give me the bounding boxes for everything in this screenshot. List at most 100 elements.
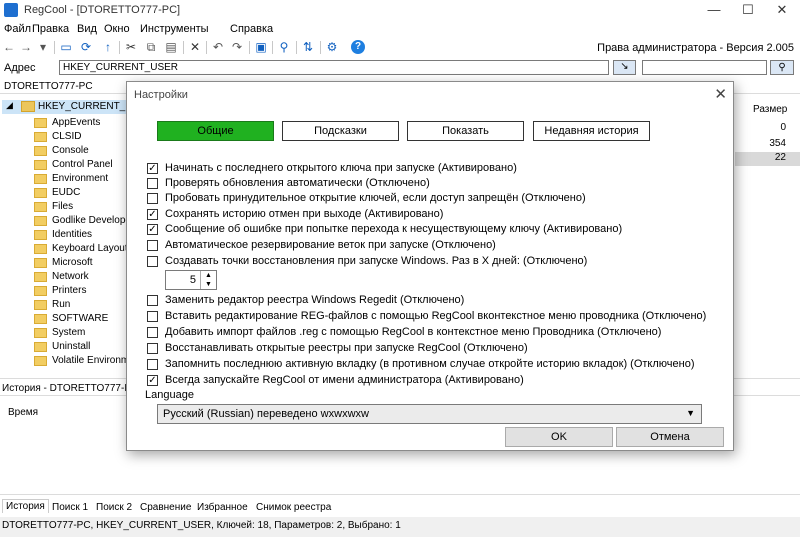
- checkbox[interactable]: [147, 193, 158, 204]
- search-icon[interactable]: ⚲: [277, 40, 291, 54]
- dropdown-icon[interactable]: ▾: [36, 40, 50, 54]
- copy-icon[interactable]: ⧉: [144, 40, 158, 54]
- days-stepper[interactable]: 5 ▲ ▼: [165, 270, 217, 290]
- go-button[interactable]: ↘: [613, 60, 636, 75]
- tree-item[interactable]: EUDC: [34, 186, 128, 200]
- computer-icon[interactable]: ▭: [59, 40, 73, 54]
- checkbox[interactable]: [147, 311, 158, 322]
- checkbox[interactable]: [147, 295, 158, 306]
- tree-item[interactable]: SOFTWARE: [34, 312, 128, 326]
- forward-icon[interactable]: →: [19, 40, 33, 54]
- menu-view[interactable]: Вид: [77, 23, 97, 35]
- tree-item[interactable]: Control Panel: [34, 158, 128, 172]
- delete-icon[interactable]: ✕: [188, 40, 202, 54]
- tab-recent-history[interactable]: Недавняя история: [533, 121, 650, 141]
- tab-registry-snapshot[interactable]: Снимок реестра: [256, 502, 331, 513]
- maximize-button[interactable]: ☐: [731, 0, 765, 20]
- list-item[interactable]: 22: [735, 152, 800, 166]
- days-value[interactable]: 5: [190, 274, 196, 286]
- tree-item[interactable]: Identities: [34, 228, 128, 242]
- size-column-header[interactable]: Размер: [735, 104, 800, 118]
- gear-icon[interactable]: ⚙: [325, 40, 339, 54]
- option-row[interactable]: Создавать точки восстановления при запус…: [147, 255, 727, 269]
- tab-history[interactable]: История: [2, 499, 49, 513]
- language-select[interactable]: Русский (Russian) переведено wxwxwxw ▼: [157, 404, 702, 424]
- tab-tooltips[interactable]: Подсказки: [282, 121, 399, 141]
- ok-button[interactable]: OK: [505, 427, 613, 447]
- menu-edit[interactable]: Правка: [32, 23, 69, 35]
- close-button[interactable]: ✕: [765, 0, 799, 20]
- option-row[interactable]: ✓ Всегда запускайте RegCool от имени адми…: [147, 374, 727, 388]
- option-row[interactable]: ✓ Начинать с последнего открытого ключа п…: [147, 162, 727, 176]
- tab-favorites[interactable]: Избранное: [197, 502, 248, 513]
- machine-tab[interactable]: DTORETTO777-PC: [4, 81, 93, 92]
- paste-icon[interactable]: ▤: [164, 40, 178, 54]
- time-column-header[interactable]: Время: [8, 407, 38, 418]
- minimize-button[interactable]: —: [697, 0, 731, 20]
- option-row[interactable]: Вставить редактирование REG-файлов с пом…: [147, 310, 727, 324]
- search-input[interactable]: [642, 60, 767, 75]
- tab-general[interactable]: Общие: [157, 121, 274, 141]
- dialog-close-icon[interactable]: ✕: [714, 85, 727, 103]
- tree-item[interactable]: Files: [34, 200, 128, 214]
- redo-icon[interactable]: ↷: [230, 40, 244, 54]
- option-row[interactable]: Восстанавливать открытые реестры при зап…: [147, 342, 727, 356]
- tree-item[interactable]: Network: [34, 270, 128, 284]
- checkbox[interactable]: [147, 178, 158, 189]
- stepper-down-icon[interactable]: ▼: [201, 280, 216, 289]
- tree-item[interactable]: Run: [34, 298, 128, 312]
- undo-icon[interactable]: ↶: [211, 40, 225, 54]
- tree-item[interactable]: Keyboard Layout: [34, 242, 128, 256]
- tab-display[interactable]: Показать: [407, 121, 524, 141]
- swap-icon[interactable]: ⇅: [301, 40, 315, 54]
- option-row[interactable]: ✓ Сообщение об ошибке при попытке переход…: [147, 223, 727, 237]
- tab-compare[interactable]: Сравнение: [140, 502, 191, 513]
- collapse-icon[interactable]: ◢: [6, 100, 13, 111]
- option-row[interactable]: Автоматическое резервирование веток при …: [147, 239, 727, 253]
- checkbox[interactable]: ✓: [147, 163, 158, 174]
- address-input[interactable]: HKEY_CURRENT_USER: [59, 60, 609, 75]
- tree-item[interactable]: Environment: [34, 172, 128, 186]
- checkbox[interactable]: ✓: [147, 375, 158, 386]
- tab-search-2[interactable]: Поиск 2: [96, 502, 132, 513]
- checkbox[interactable]: ✓: [147, 224, 158, 235]
- tree-item[interactable]: CLSID: [34, 130, 128, 144]
- tree-item[interactable]: Uninstall: [34, 340, 128, 354]
- list-item[interactable]: 354: [735, 138, 800, 152]
- checkbox[interactable]: [147, 256, 158, 267]
- tree-root-hkcu[interactable]: ◢ HKEY_CURRENT_USER: [2, 100, 128, 114]
- option-row[interactable]: Пробовать принудительное открытие ключей…: [147, 192, 727, 206]
- checkbox[interactable]: [147, 343, 158, 354]
- menu-tools[interactable]: Инструменты: [140, 23, 209, 35]
- help-icon[interactable]: ?: [351, 40, 365, 54]
- menu-file[interactable]: Файл: [4, 23, 31, 35]
- option-row[interactable]: ✓ Сохранять историю отмен при выходе (Акт…: [147, 208, 727, 222]
- tree-item[interactable]: Godlike Developer: [34, 214, 128, 228]
- checkbox[interactable]: [147, 359, 158, 370]
- cut-icon[interactable]: ✂: [124, 40, 138, 54]
- option-row[interactable]: Добавить импорт файлов .reg с помощью Re…: [147, 326, 727, 340]
- tree-item[interactable]: Volatile Environme: [34, 354, 128, 368]
- menu-window[interactable]: Окно: [104, 23, 130, 35]
- tree-item[interactable]: Console: [34, 144, 128, 158]
- stepper-up-icon[interactable]: ▲: [201, 271, 216, 280]
- back-icon[interactable]: ←: [2, 40, 16, 54]
- search-button[interactable]: ⚲: [770, 60, 794, 75]
- list-item[interactable]: 0: [735, 122, 800, 136]
- tree-item[interactable]: AppEvents: [34, 116, 128, 130]
- up-icon[interactable]: ↑: [101, 40, 115, 54]
- menu-help[interactable]: Справка: [230, 23, 273, 35]
- checkbox[interactable]: [147, 327, 158, 338]
- tree-item[interactable]: Microsoft: [34, 256, 128, 270]
- refresh-icon[interactable]: ⟳: [79, 40, 93, 54]
- checkbox[interactable]: ✓: [147, 209, 158, 220]
- tree-item[interactable]: System: [34, 326, 128, 340]
- tree-item[interactable]: Printers: [34, 284, 128, 298]
- tab-search-1[interactable]: Поиск 1: [52, 502, 88, 513]
- option-row[interactable]: Запомнить последнюю активную вкладку (в …: [147, 358, 727, 372]
- folder-icon[interactable]: ▣: [254, 40, 268, 54]
- option-row[interactable]: Проверять обновления автоматически (Откл…: [147, 177, 727, 191]
- checkbox[interactable]: [147, 240, 158, 251]
- cancel-button[interactable]: Отмена: [616, 427, 724, 447]
- option-row[interactable]: Заменить редактор реестра Windows Regedi…: [147, 294, 727, 308]
